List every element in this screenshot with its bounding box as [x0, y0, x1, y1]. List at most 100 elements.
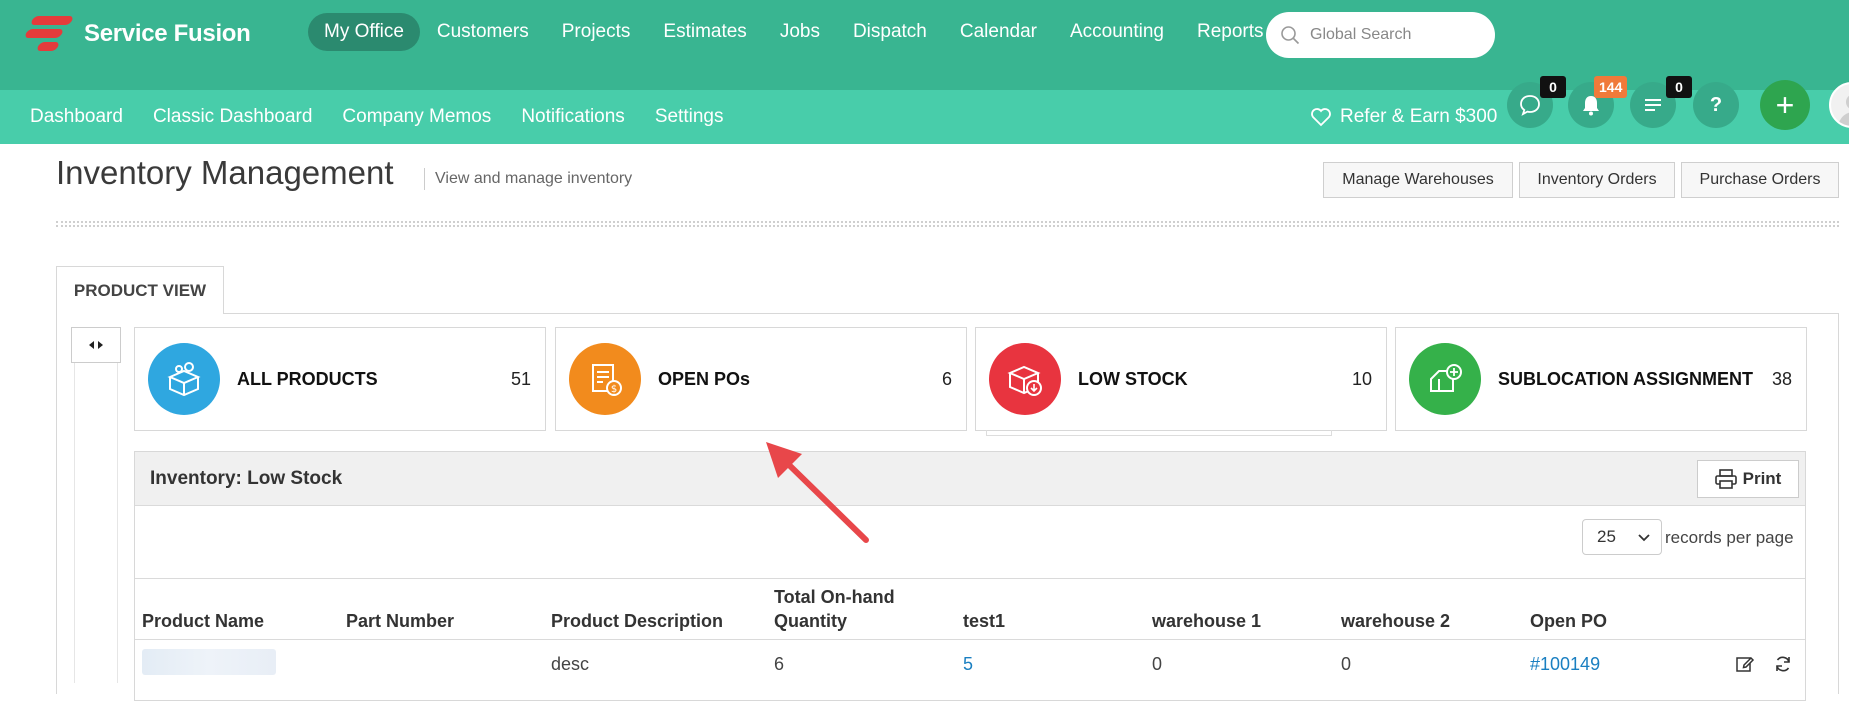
- sidebar-rail: [74, 363, 118, 683]
- list-icon: [1645, 99, 1661, 111]
- card-label: LOW STOCK: [1078, 368, 1188, 389]
- subnav-settings[interactable]: Settings: [655, 106, 724, 128]
- cell-open-po: #100149: [1523, 639, 1673, 689]
- expand-collapse-icon: [89, 341, 103, 349]
- tasks-badge: 0: [1666, 76, 1692, 98]
- card-count: 51: [510, 368, 531, 389]
- cell-actions: [1673, 639, 1805, 689]
- nav-calendar[interactable]: Calendar: [944, 13, 1053, 51]
- annotation-arrow-icon: [766, 442, 869, 543]
- subnav-company-memos[interactable]: Company Memos: [342, 106, 491, 128]
- nav-estimates[interactable]: Estimates: [647, 13, 762, 51]
- alerts-badge: 144: [1594, 76, 1628, 98]
- nav-my-office[interactable]: My Office: [308, 13, 420, 51]
- cell-warehouse-1: 0: [1152, 653, 1163, 674]
- test1-qty-link[interactable]: 5: [963, 654, 973, 674]
- col-product-description[interactable]: Product Description: [544, 579, 767, 640]
- purchase-orders-button[interactable]: Purchase Orders: [1681, 162, 1839, 198]
- page-title: Inventory Management: [56, 154, 394, 191]
- records-per-page-value: 25: [1597, 527, 1616, 546]
- tab-product-view[interactable]: PRODUCT VIEW: [56, 266, 224, 314]
- print-label: Print: [1742, 469, 1782, 488]
- inventory-orders-button[interactable]: Inventory Orders: [1519, 162, 1675, 198]
- svg-text:$: $: [611, 384, 617, 395]
- cell-description: desc: [551, 653, 590, 674]
- quick-add-button[interactable]: +: [1760, 80, 1810, 130]
- card-label: ALL PRODUCTS: [237, 368, 378, 389]
- location-add-icon: [1409, 343, 1481, 415]
- col-open-po[interactable]: Open PO: [1523, 579, 1673, 640]
- subnav-dashboard[interactable]: Dashboard: [30, 106, 123, 128]
- sidebar-toggle-button[interactable]: [71, 327, 121, 363]
- heart-icon: [1311, 108, 1331, 127]
- help-button[interactable]: ?: [1693, 82, 1739, 128]
- page-subtitle: View and manage inventory: [424, 168, 632, 190]
- card-all-products[interactable]: ALL PRODUCTS 51: [134, 327, 546, 431]
- main-nav: My Office Customers Projects Estimates J…: [308, 13, 1281, 51]
- header-divider: [56, 221, 1839, 227]
- nav-reports[interactable]: Reports: [1181, 13, 1280, 51]
- cell-total: 6: [774, 653, 785, 674]
- refer-label: Refer & Earn $300: [1340, 106, 1498, 127]
- nav-jobs[interactable]: Jobs: [764, 13, 836, 51]
- open-po-link[interactable]: #100149: [1530, 654, 1600, 674]
- table-controls: 25 records per page: [135, 506, 1805, 579]
- nav-accounting[interactable]: Accounting: [1054, 13, 1180, 51]
- col-actions: [1673, 579, 1805, 640]
- subnav-classic-dashboard[interactable]: Classic Dashboard: [153, 106, 312, 128]
- card-count: 38: [1771, 368, 1792, 389]
- panel-title: Inventory: Low Stock: [150, 467, 343, 489]
- table-row: desc 6 5 0 0 #100149: [135, 639, 1805, 689]
- cell-warehouse-2: 0: [1341, 653, 1352, 674]
- edit-icon[interactable]: [1735, 654, 1755, 674]
- low-stock-table: Product Name Part Number Product Descrip…: [135, 579, 1805, 689]
- records-per-page-label: records per page: [1665, 528, 1794, 547]
- col-test1[interactable]: test1: [956, 579, 1145, 640]
- help-label: ?: [1709, 93, 1723, 116]
- chevron-down-icon: [1638, 534, 1650, 542]
- brand-name: Service Fusion: [84, 20, 251, 47]
- records-per-page-select[interactable]: 25: [1582, 519, 1662, 555]
- brand-logo[interactable]: Service Fusion: [23, 14, 251, 54]
- chat-bubble-icon: [1520, 95, 1540, 116]
- plus-icon: +: [1775, 86, 1795, 123]
- cell-part-number: [339, 639, 544, 689]
- card-count: 10: [1351, 368, 1372, 389]
- card-open-pos[interactable]: $ OPEN POs 6: [555, 327, 967, 431]
- col-total-on-hand[interactable]: Total On-hand Quantity: [767, 579, 956, 640]
- nav-customers[interactable]: Customers: [421, 13, 545, 51]
- card-label: OPEN POs: [658, 368, 751, 389]
- card-count: 6: [941, 368, 952, 389]
- print-button[interactable]: Print: [1697, 460, 1799, 498]
- office-subnav: Dashboard Classic Dashboard Company Memo…: [30, 90, 753, 144]
- card-low-stock[interactable]: LOW STOCK 10: [975, 327, 1387, 436]
- boxes-gear-icon: [148, 343, 220, 415]
- low-stock-panel: Inventory: Low Stock Print 25 records pe…: [134, 451, 1806, 701]
- cell-test1: 5: [956, 639, 1145, 689]
- search-input[interactable]: [1310, 26, 1480, 44]
- col-warehouse-1[interactable]: warehouse 1: [1145, 579, 1334, 640]
- refresh-icon[interactable]: [1773, 654, 1793, 674]
- nav-dispatch[interactable]: Dispatch: [837, 13, 943, 51]
- table-header-row: Product Name Part Number Product Descrip…: [135, 579, 1805, 640]
- card-label: SUBLOCATION ASSIGNMENT: [1498, 368, 1753, 389]
- panel-header: Inventory: Low Stock Print: [135, 452, 1805, 506]
- col-warehouse-2[interactable]: warehouse 2: [1334, 579, 1523, 640]
- refer-earn-link[interactable]: Refer & Earn $300: [1310, 90, 1497, 144]
- col-product-name[interactable]: Product Name: [135, 579, 339, 640]
- subnav-notifications[interactable]: Notifications: [521, 106, 625, 128]
- top-navbar: Service Fusion My Office Customers Proje…: [0, 0, 1849, 90]
- col-part-number[interactable]: Part Number: [339, 579, 544, 640]
- purchase-order-icon: $: [569, 343, 641, 415]
- card-sublocation-assignment[interactable]: SUBLOCATION ASSIGNMENT 38: [1395, 327, 1807, 431]
- cell-product-name[interactable]: [135, 639, 339, 689]
- global-search[interactable]: [1266, 12, 1495, 58]
- nav-projects[interactable]: Projects: [546, 13, 647, 51]
- search-icon: [1281, 26, 1300, 45]
- service-fusion-logo-icon: [23, 14, 76, 54]
- printer-icon: [1714, 469, 1737, 489]
- redacted-product-name: [142, 648, 276, 675]
- manage-warehouses-button[interactable]: Manage Warehouses: [1323, 162, 1513, 198]
- box-down-icon: [989, 343, 1061, 415]
- messages-badge: 0: [1540, 76, 1566, 98]
